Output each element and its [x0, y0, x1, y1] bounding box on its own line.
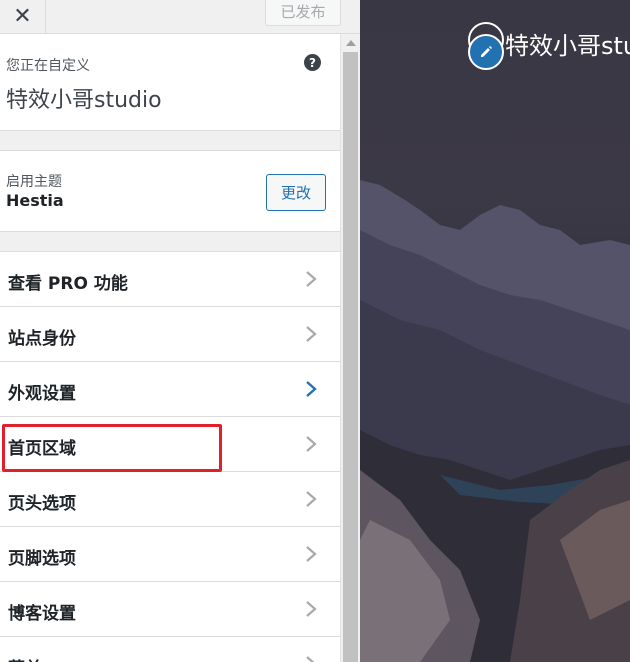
menu-item-label: 博客设置 — [8, 604, 76, 624]
customizer-header: ✕ 已发布 — [0, 0, 360, 34]
scroll-up-arrow-icon[interactable] — [346, 40, 356, 46]
menu-item-label: 查看 PRO 功能 — [8, 274, 128, 294]
chevron-right-icon — [305, 600, 317, 618]
pencil-icon[interactable] — [468, 34, 504, 70]
active-theme-section: 启用主题 Hestia 更改 — [0, 150, 340, 232]
mountain-background-image — [360, 0, 630, 662]
menu-item-pro-features[interactable]: 查看 PRO 功能 — [0, 252, 340, 307]
preview-site-title[interactable]: 特效小哥studio — [505, 26, 630, 61]
site-preview: 特效小哥studio — [360, 0, 630, 662]
menu-item-site-identity[interactable]: 站点身份 — [0, 307, 340, 362]
site-title: 特效小哥studio — [6, 88, 162, 113]
menu-item-label: 站点身份 — [8, 329, 76, 349]
chevron-right-icon — [305, 490, 317, 508]
customizer-controls: 您正在自定义 特效小哥studio ? 启用主题 Hestia 更改 查看 PR… — [0, 34, 340, 662]
chevron-right-icon — [305, 270, 317, 288]
customizing-label: 您正在自定义 — [6, 58, 90, 74]
menu-item-header-options[interactable]: 页头选项 — [0, 472, 340, 527]
help-icon[interactable]: ? — [304, 54, 321, 71]
chevron-right-icon — [305, 545, 317, 563]
close-icon[interactable]: ✕ — [0, 0, 46, 34]
customizer-info: 您正在自定义 特效小哥studio ? — [0, 34, 340, 131]
menu-item-blog-settings[interactable]: 博客设置 — [0, 582, 340, 637]
publish-button[interactable]: 已发布 — [265, 0, 341, 26]
menu-item-menus[interactable]: 菜单 — [0, 637, 340, 662]
chevron-right-icon — [305, 655, 317, 662]
scrollbar[interactable] — [340, 34, 360, 662]
chevron-right-icon — [305, 435, 317, 453]
menu-item-label: 页脚选项 — [8, 549, 76, 569]
menu-item-label: 页头选项 — [8, 494, 76, 514]
menu-item-appearance[interactable]: 外观设置 — [0, 362, 340, 417]
scrollbar-thumb[interactable] — [343, 52, 358, 662]
menu-item-label: 外观设置 — [8, 384, 76, 404]
customizer-panel: ✕ 已发布 您正在自定义 特效小哥studio ? 启用主题 Hestia 更改… — [0, 0, 360, 662]
theme-name: Hestia — [6, 191, 64, 210]
active-theme-label: 启用主题 — [6, 174, 62, 190]
chevron-right-icon — [305, 325, 317, 343]
menu-item-footer-options[interactable]: 页脚选项 — [0, 527, 340, 582]
annotation-highlight-box — [2, 424, 222, 472]
chevron-right-icon — [305, 380, 317, 398]
menu-item-label: 菜单 — [8, 654, 42, 662]
change-theme-button[interactable]: 更改 — [266, 174, 326, 211]
edit-shortcut[interactable] — [468, 22, 504, 70]
